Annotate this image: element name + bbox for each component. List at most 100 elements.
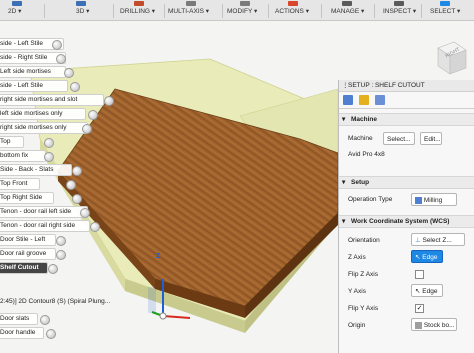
visibility-bulb-icon[interactable]	[72, 166, 82, 176]
toolbar-divider	[374, 4, 375, 18]
list-item[interactable]: side - Left Stile	[0, 80, 68, 92]
machine-edit-button[interactable]: Edit...	[420, 132, 442, 145]
collapse-icon: ▾	[342, 116, 346, 123]
section-wcs[interactable]: ▾ Work Coordinate System (WCS)	[339, 215, 474, 228]
list-item[interactable]: left side mortises only	[0, 108, 86, 120]
milling-icon	[415, 196, 422, 204]
list-item[interactable]: Top Front	[0, 178, 40, 190]
toolbar-3d[interactable]: 3D ▾	[62, 0, 102, 20]
panel-title-bar: ⋮ SETUP : SHELF CUTOUT	[339, 80, 474, 92]
multi-axis-icon	[186, 1, 196, 6]
machine-select-button[interactable]: Select...	[383, 132, 415, 145]
orientation-select[interactable]: ⊥ Select Z...	[411, 233, 465, 246]
cursor-arrow-icon: ↖	[415, 288, 421, 295]
toolbar-divider	[268, 4, 269, 18]
toolbar-2d[interactable]: 2D ▾	[0, 0, 30, 20]
section-setup[interactable]: ▾ Setup	[339, 176, 474, 189]
visibility-bulb-icon[interactable]	[64, 68, 74, 78]
visibility-bulb-icon[interactable]	[72, 194, 82, 204]
list-item[interactable]: Top	[0, 136, 24, 148]
toolbar-divider	[222, 4, 223, 18]
visibility-bulb-icon[interactable]	[82, 124, 92, 134]
toolpath-row[interactable]: 2:45)] 2D Contour8 (S) (Spiral Plung...	[0, 298, 110, 305]
visibility-bulb-icon[interactable]	[52, 40, 62, 50]
flip-z-label: Flip Z Axis	[348, 271, 378, 278]
wcs-highlight	[148, 287, 156, 313]
list-item[interactable]: Door handle	[0, 327, 44, 339]
select-cursor-icon	[440, 1, 450, 6]
list-item[interactable]: Door rail groove	[0, 248, 56, 260]
list-item[interactable]: right side mortises only	[0, 122, 88, 134]
visibility-bulb-icon[interactable]	[44, 152, 54, 162]
y-axis-select-button[interactable]: ↖ Edge	[411, 284, 443, 297]
y-axis-field-label: Y Axis	[348, 288, 366, 295]
visibility-bulb-icon[interactable]	[40, 315, 50, 325]
toolbar: 2D ▾ 3D ▾ DRILLING ▾ MULTI-AXIS ▾ MODIFY…	[0, 0, 474, 21]
collapse-icon: ▾	[342, 218, 346, 225]
panel-title: SETUP : SHELF CUTOUT	[348, 82, 425, 89]
visibility-bulb-icon[interactable]	[88, 110, 98, 120]
orientation-label: Orientation	[348, 237, 380, 244]
viewcube[interactable]	[430, 40, 470, 80]
visibility-bulb-icon[interactable]	[104, 96, 114, 106]
flip-y-checkbox[interactable]: ✓	[415, 304, 424, 313]
modify-icon	[240, 1, 250, 6]
x-axis-line	[162, 315, 191, 319]
origin-label: Origin	[348, 322, 366, 329]
toolbar-manage[interactable]: MANAGE ▾	[328, 0, 368, 20]
stock-box-icon	[415, 321, 422, 329]
actions-icon	[288, 1, 298, 6]
drill-icon	[134, 1, 144, 6]
toolbar-modify[interactable]: MODIFY ▾	[226, 0, 266, 20]
list-item[interactable]: Side - Back - Slats	[0, 164, 72, 176]
section-machine[interactable]: ▾ Machine	[339, 113, 474, 126]
machine-name: Avid Pro 4x8	[348, 151, 385, 158]
z-axis-select-button[interactable]: ↖ Edge	[411, 250, 443, 263]
list-item[interactable]: Tenon - door rail right side	[0, 220, 90, 232]
toolbar-inspect[interactable]: INSPECT ▾	[380, 0, 420, 20]
visibility-bulb-icon[interactable]	[48, 264, 58, 274]
flip-y-label: Flip Y Axis	[348, 305, 379, 312]
visibility-bulb-icon[interactable]	[90, 222, 100, 232]
origin-select[interactable]: Stock bo...	[411, 318, 457, 331]
tab-setup-icon[interactable]	[343, 95, 353, 105]
tab-post-process-icon[interactable]	[375, 95, 385, 105]
visibility-bulb-icon[interactable]	[56, 54, 66, 64]
list-item[interactable]: Left side mortises	[0, 66, 66, 78]
manage-icon	[342, 1, 352, 6]
orientation-icon: ⊥	[415, 237, 421, 244]
list-item[interactable]: right side mortises and slot	[0, 94, 104, 106]
toolbar-divider	[113, 4, 114, 18]
list-item[interactable]: bottom fix	[0, 150, 46, 162]
machine-label: Machine	[348, 135, 373, 142]
toolbar-select[interactable]: SELECT ▾	[426, 0, 472, 20]
panel-grip-icon[interactable]: ⋮	[342, 80, 349, 91]
toolbar-multi-axis[interactable]: MULTI-AXIS ▾	[166, 0, 218, 20]
visibility-bulb-icon[interactable]	[70, 82, 80, 92]
toolbar-divider	[321, 4, 322, 18]
list-item[interactable]: Door Stile - Left	[0, 234, 56, 246]
visibility-bulb-icon[interactable]	[44, 138, 54, 148]
collapse-icon: ▾	[342, 179, 346, 186]
inspect-icon	[394, 1, 404, 6]
list-item[interactable]: Top Right Side	[0, 192, 54, 204]
visibility-bulb-icon[interactable]	[56, 236, 66, 246]
list-item[interactable]: Door slats	[0, 313, 38, 325]
tab-stock-icon[interactable]	[359, 95, 369, 105]
toolbar-divider	[164, 4, 165, 18]
visibility-bulb-icon[interactable]	[56, 250, 66, 260]
cursor-arrow-icon: ↖	[415, 254, 421, 261]
visibility-bulb-icon[interactable]	[46, 329, 56, 339]
z-axis-label: Z	[156, 253, 161, 260]
list-item-active[interactable]: Shelf Cutout	[0, 262, 48, 274]
operation-type-select[interactable]: Milling	[411, 193, 457, 206]
2d-icon	[12, 1, 22, 6]
setup-panel: ⋮ SETUP : SHELF CUTOUT ▾ Machine Machine…	[338, 80, 474, 353]
toolbar-divider	[44, 4, 45, 18]
toolbar-drilling[interactable]: DRILLING ▾	[118, 0, 164, 20]
flip-z-checkbox[interactable]	[415, 270, 424, 279]
toolbar-actions[interactable]: ACTIONS ▾	[272, 0, 316, 20]
list-item[interactable]: Tenon - door rail left side	[0, 206, 88, 218]
visibility-bulb-icon[interactable]	[80, 208, 90, 218]
visibility-bulb-icon[interactable]	[66, 180, 76, 190]
